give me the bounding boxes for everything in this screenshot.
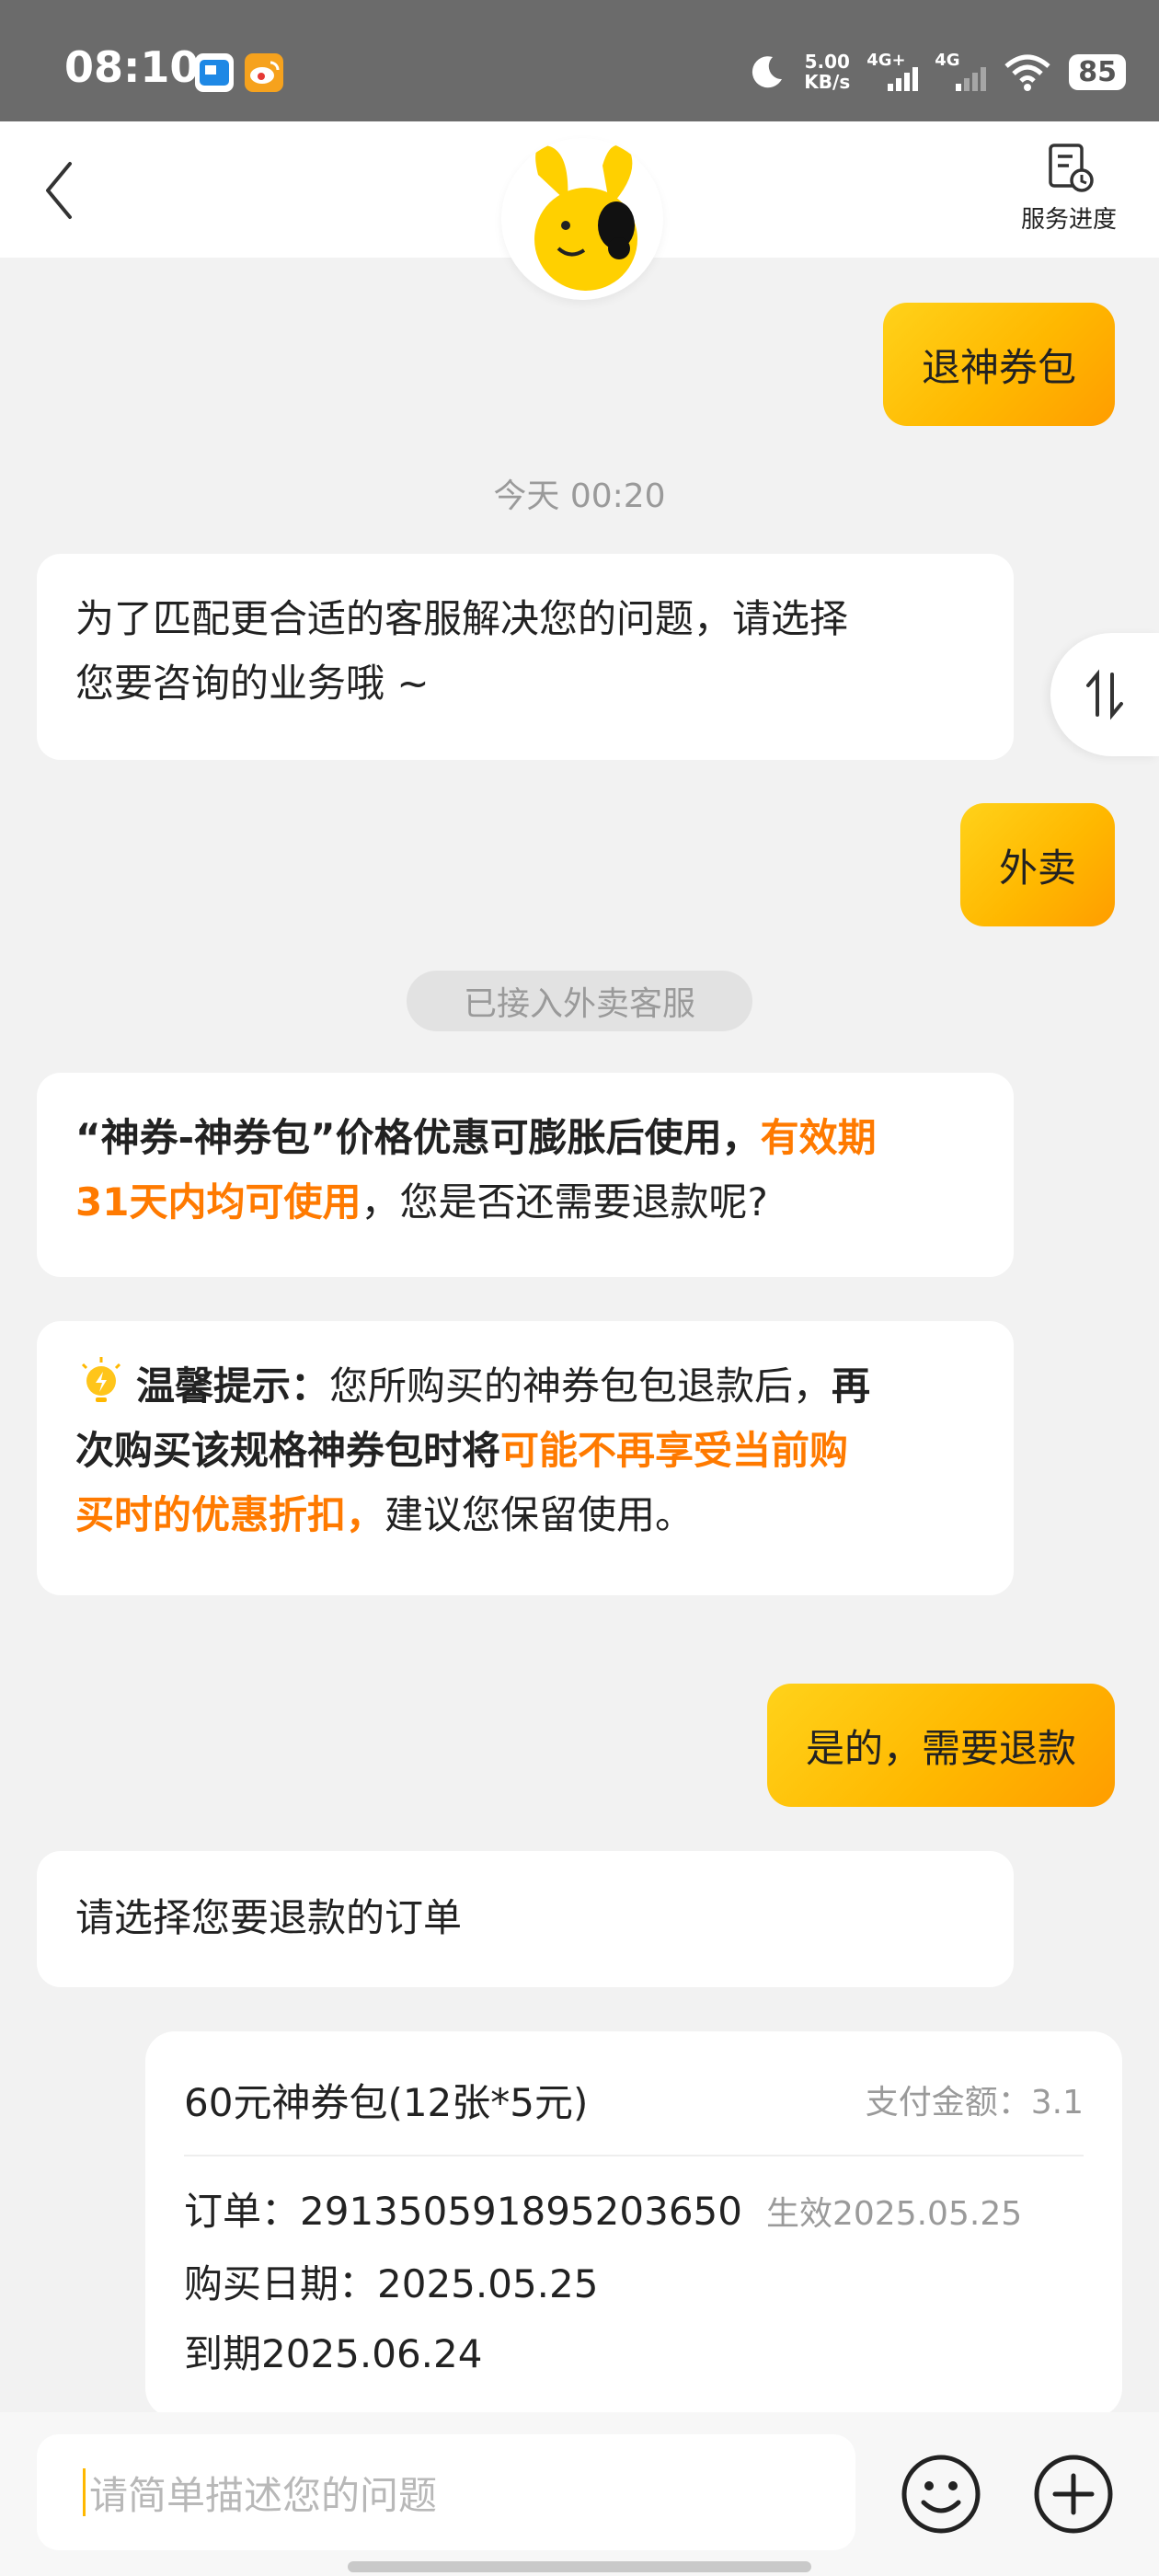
service-progress-button[interactable]: 服务进度 bbox=[1004, 140, 1133, 250]
user-message-text: 退神券包 bbox=[921, 344, 1076, 390]
service-progress-icon bbox=[1049, 144, 1094, 192]
order-pay-amount: 支付金额：3.1 bbox=[865, 2084, 1084, 2122]
lightbulb-icon bbox=[81, 1357, 121, 1402]
home-indicator[interactable] bbox=[348, 2561, 811, 2572]
bot-message-text: 请选择您要退款的订单 bbox=[75, 1895, 463, 1940]
status-bar: 08:10 5.00 KB/s 4G+ 4G 85 bbox=[0, 0, 1159, 121]
message-input-placeholder: 请简单描述您的问题 bbox=[89, 2472, 438, 2518]
tip-bold: 再 bbox=[832, 1363, 871, 1409]
wifi-icon bbox=[1004, 54, 1050, 91]
net-speed-value: 5.00 bbox=[804, 51, 850, 73]
order-purchase-date: 购买日期：2025.05.25 bbox=[184, 2261, 599, 2306]
user-message: 退神券包 bbox=[882, 303, 1115, 426]
chat-timestamp: 今天 00:20 bbox=[493, 477, 666, 515]
bot-message: 请选择您要退款的订单 bbox=[37, 1851, 1014, 1987]
tip-text: 您所购买的神券包包退款后， bbox=[329, 1363, 832, 1409]
signal-indicator-2: 4G bbox=[935, 51, 987, 93]
user-message: 是的，需要退款 bbox=[766, 1684, 1115, 1807]
add-icon[interactable] bbox=[1032, 2453, 1115, 2536]
back-icon[interactable] bbox=[40, 158, 77, 223]
order-product-name: 60元神券包(12张*5元) bbox=[184, 2079, 589, 2125]
tip-highlight: 可能不再享受当前购 bbox=[500, 1428, 849, 1473]
user-message-text: 外卖 bbox=[998, 845, 1076, 891]
swap-arrows-icon bbox=[1086, 669, 1123, 720]
order-number: 订单：291350591895203650 bbox=[184, 2189, 742, 2234]
signal-indicator-1: 4G+ bbox=[866, 51, 919, 93]
tip-text: 建议您保留使用。 bbox=[384, 1492, 694, 1537]
bot-message: 为了匹配更合适的客服解决您的问题，请选择 您要咨询的业务哦 ~ bbox=[37, 554, 1014, 760]
order-divider bbox=[184, 2155, 1084, 2156]
bot-message-highlight: 有效期 bbox=[760, 1115, 877, 1160]
tip-message: 温馨提示：您所购买的神券包包退款后，再次购买该规格神券包时将可能不再享受当前购买… bbox=[37, 1321, 1014, 1595]
bot-message-text: ，您是否还需要退款呢? bbox=[361, 1179, 768, 1225]
status-indicators: 5.00 KB/s 4G+ 4G 85 bbox=[747, 44, 1126, 99]
message-input[interactable]: 请简单描述您的问题 bbox=[37, 2434, 855, 2550]
tip-highlight: 买时的优惠折扣， bbox=[75, 1492, 385, 1537]
battery-level: 85 bbox=[1069, 53, 1126, 90]
order-effective-date: 生效2025.05.25 bbox=[766, 2195, 1023, 2233]
system-notice: 已接入外卖客服 bbox=[407, 971, 752, 1031]
news-app-icon bbox=[195, 53, 234, 92]
text-caret bbox=[83, 2468, 86, 2516]
moon-icon bbox=[752, 56, 783, 88]
service-progress-label: 服务进度 bbox=[1020, 206, 1117, 234]
order-expire-date: 到期2025.06.24 bbox=[184, 2331, 483, 2376]
bot-message-highlight: 31天内均可使用 bbox=[75, 1179, 361, 1225]
assistant-avatar bbox=[501, 138, 663, 300]
user-message: 外卖 bbox=[959, 803, 1115, 926]
tip-bold: 次购买该规格神券包时将 bbox=[75, 1428, 501, 1473]
user-message-text: 是的，需要退款 bbox=[805, 1725, 1076, 1771]
tip-title: 温馨提示： bbox=[136, 1363, 330, 1409]
net-speed: 5.00 KB/s bbox=[804, 52, 850, 92]
net-speed-unit: KB/s bbox=[804, 71, 851, 93]
bot-message-bold: “神券-神券包”价格优惠可膨胀后使用， bbox=[75, 1115, 761, 1160]
sort-toggle-button[interactable] bbox=[1050, 633, 1159, 756]
emoji-icon[interactable] bbox=[900, 2453, 982, 2536]
bot-message: “神券-神券包”价格优惠可膨胀后使用，有效期 31天内均可使用，您是否还需要退款呢… bbox=[37, 1073, 1014, 1277]
input-bar: 请简单描述您的问题 bbox=[0, 2412, 1159, 2576]
status-time: 08:10 bbox=[64, 42, 200, 92]
bot-message-line: 为了匹配更合适的客服解决您的问题，请选择 bbox=[75, 596, 849, 641]
weibo-icon bbox=[245, 53, 283, 92]
bot-message-line: 您要咨询的业务哦 ~ bbox=[75, 661, 430, 706]
order-card[interactable]: 60元神券包(12张*5元) 支付金额：3.1 订单：2913505918952… bbox=[145, 2031, 1122, 2418]
